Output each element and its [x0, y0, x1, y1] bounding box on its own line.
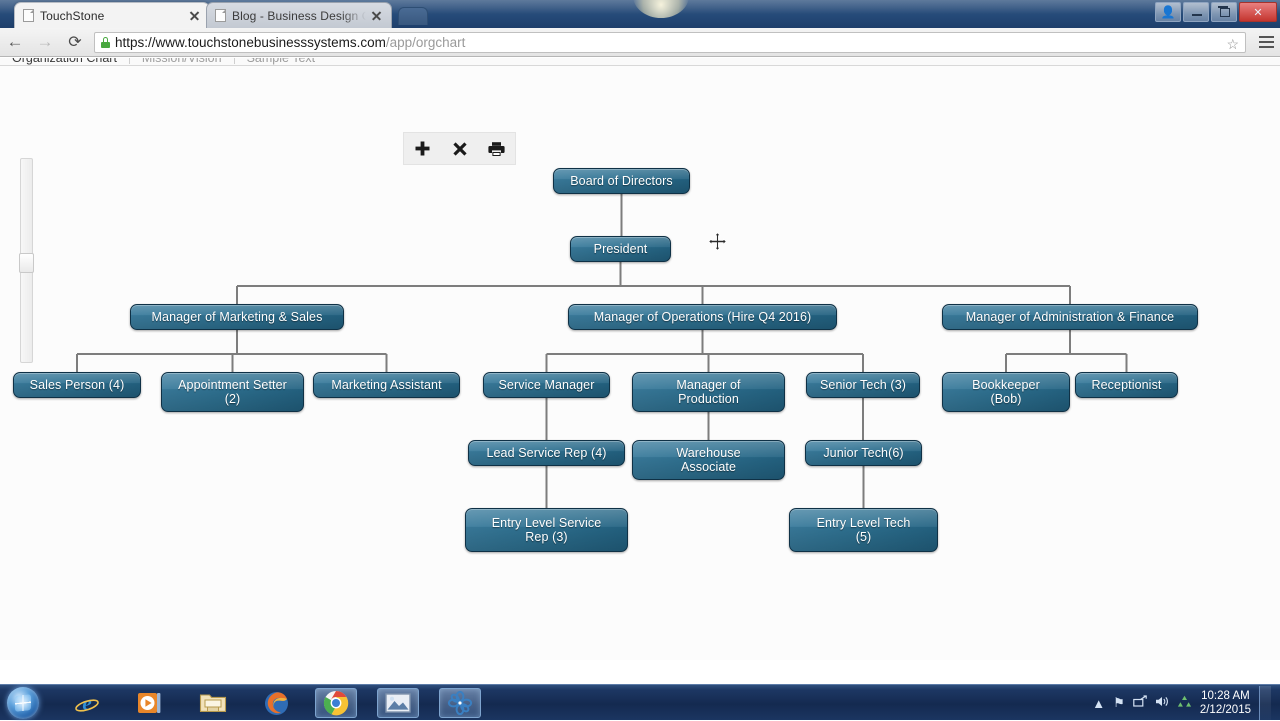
tab-title: Blog - Business Design Co	[232, 8, 366, 23]
speaker-icon	[1155, 697, 1168, 706]
org-node-president[interactable]: President	[570, 236, 671, 262]
browser-window: TouchStone Blog - Business Design Co 👤 ✕…	[0, 0, 1280, 684]
reload-icon[interactable]: ⟳	[60, 28, 90, 57]
show-desktop-button[interactable]	[1259, 686, 1271, 720]
address-bar[interactable]: https://www.touchstonebusinesssystems.co…	[94, 31, 1246, 53]
close-icon[interactable]	[370, 9, 383, 22]
org-node-sales[interactable]: Sales Person (4)	[13, 372, 141, 398]
org-node-leadrep[interactable]: Lead Service Rep (4)	[468, 440, 625, 466]
tray-network-flag-icon[interactable]: ⚑	[1113, 695, 1125, 711]
taskbar-chrome[interactable]	[315, 688, 357, 718]
org-node-mktg[interactable]: Manager of Marketing & Sales	[130, 304, 344, 330]
bookmark-star-icon[interactable]: ☆	[1226, 36, 1239, 53]
org-node-jrtech[interactable]: Junior Tech(6)	[805, 440, 922, 466]
url-path: /app/orgchart	[385, 34, 466, 50]
org-node-board[interactable]: Board of Directors	[553, 168, 690, 194]
url-text: https://www.touchstonebusinesssystems.co…	[115, 35, 465, 50]
taskbar-photo-viewer[interactable]	[377, 688, 419, 718]
org-node-svcmgr[interactable]: Service Manager	[483, 372, 610, 398]
firefox-icon	[264, 691, 288, 715]
internet-explorer-icon: e	[75, 691, 99, 715]
flower-icon	[447, 690, 473, 716]
page-favicon	[23, 9, 34, 22]
window-controls: 👤 ✕	[1155, 1, 1277, 23]
media-player-icon	[138, 693, 161, 713]
tray-network-icon[interactable]	[1133, 695, 1147, 711]
taskbar-flower-app[interactable]	[439, 688, 481, 718]
tab-title: TouchStone	[40, 8, 105, 23]
windows-taskbar: e ▲ ⚑ 10:28 AM 2/12/2015	[0, 684, 1280, 720]
tab-touchstone[interactable]: TouchStone	[14, 2, 210, 28]
navigation-toolbar: ← → ⟳ https://www.touchstonebusinesssyst…	[0, 28, 1280, 57]
chrome-icon	[323, 691, 349, 716]
webcam-light-glow	[633, 0, 689, 18]
clock-time: 10:28 AM	[1201, 690, 1250, 702]
person-icon: 👤	[1160, 5, 1176, 19]
user-profile-button[interactable]: 👤	[1155, 2, 1181, 22]
org-node-admin[interactable]: Manager of Administration & Finance	[942, 304, 1198, 330]
photo-icon	[385, 693, 411, 713]
start-button[interactable]	[7, 687, 39, 719]
system-tray: ▲ ⚑ 10:28 AM 2/12/2015	[1092, 685, 1277, 721]
maximize-restore-button[interactable]	[1211, 2, 1237, 22]
org-node-prodmgr[interactable]: Manager of Production	[632, 372, 785, 412]
tray-volume-icon[interactable]	[1155, 695, 1169, 711]
network-monitor-icon	[1133, 695, 1147, 707]
org-node-warehouse[interactable]: Warehouse Associate	[632, 440, 785, 480]
minimize-button[interactable]	[1183, 2, 1209, 22]
org-node-reception[interactable]: Receptionist	[1075, 372, 1178, 398]
tray-show-hidden-icons[interactable]: ▲	[1092, 696, 1105, 711]
tab-strip: TouchStone Blog - Business Design Co 👤 ✕	[0, 0, 1280, 28]
taskbar-clock[interactable]: 10:28 AM 2/12/2015	[1200, 689, 1251, 717]
back-icon[interactable]: ←	[0, 28, 30, 57]
close-window-button[interactable]: ✕	[1239, 2, 1277, 22]
taskbar-media-player[interactable]	[128, 688, 170, 718]
tab-blog-business-design-co[interactable]: Blog - Business Design Co	[206, 2, 392, 28]
chart-connectors	[76, 194, 1128, 508]
org-node-mktasst[interactable]: Marketing Assistant	[313, 372, 460, 398]
move-cursor-icon	[708, 232, 727, 251]
org-node-bookkeeper[interactable]: Bookkeeper (Bob)	[942, 372, 1070, 412]
org-node-appt[interactable]: Appointment Setter (2)	[161, 372, 304, 412]
clock-date: 2/12/2015	[1199, 704, 1251, 716]
taskbar-file-explorer[interactable]	[192, 688, 234, 718]
org-node-ops[interactable]: Manager of Operations (Hire Q4 2016)	[568, 304, 837, 330]
taskbar-firefox[interactable]	[255, 688, 297, 718]
new-tab-button[interactable]	[398, 7, 428, 25]
close-icon: ✕	[1253, 6, 1263, 19]
page-viewport: Organization Chart Mission/Vision Sample…	[0, 58, 1280, 660]
org-node-entrysvc[interactable]: Entry Level Service Rep (3)	[465, 508, 628, 552]
url-host: https://www.touchstonebusinesssystems.co…	[115, 34, 386, 50]
close-icon[interactable]	[188, 9, 201, 22]
org-node-entrytech[interactable]: Entry Level Tech (5)	[789, 508, 938, 552]
chrome-menu-button[interactable]	[1252, 28, 1280, 57]
recycle-icon	[1177, 695, 1191, 707]
taskbar-internet-explorer[interactable]: e	[66, 688, 108, 718]
page-favicon	[215, 9, 226, 22]
org-node-srtech[interactable]: Senior Tech (3)	[806, 372, 920, 398]
forward-icon[interactable]: →	[30, 28, 60, 57]
lock-icon	[101, 36, 110, 48]
folder-icon	[199, 694, 227, 712]
organization-chart[interactable]: Board of Directors President Manager of Ma…	[0, 58, 1280, 660]
tray-recycle-icon[interactable]	[1177, 695, 1192, 712]
